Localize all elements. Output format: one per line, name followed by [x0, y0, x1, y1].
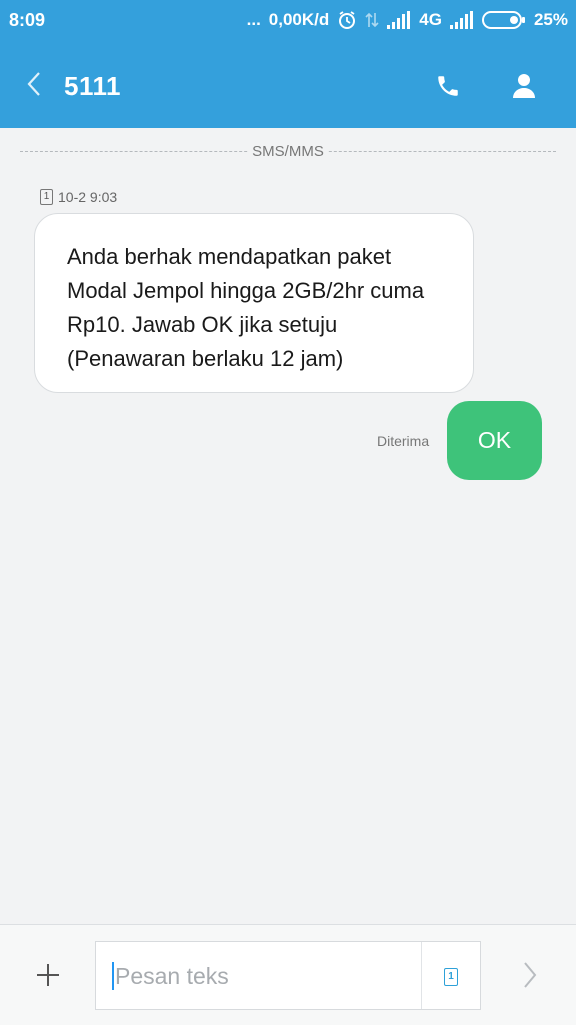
- send-button[interactable]: [510, 957, 550, 997]
- person-icon: [512, 73, 536, 104]
- battery-percent: 25%: [533, 10, 568, 29]
- page-title: 5111: [64, 71, 121, 101]
- delivery-status: Diterima: [377, 433, 430, 449]
- alarm-icon: [337, 10, 357, 30]
- channel-label: SMS/MMS: [248, 143, 328, 160]
- network-type: 4G: [419, 10, 442, 29]
- data-transfer-icon: [365, 10, 379, 30]
- sim-card-icon: 1: [444, 968, 458, 986]
- sim-select-button[interactable]: 1: [436, 962, 466, 992]
- channel-divider: SMS/MMS: [20, 141, 556, 163]
- input-separator: [421, 942, 422, 1009]
- message-input[interactable]: Pesan teks 1: [95, 941, 481, 1010]
- signal-icon: [449, 11, 474, 29]
- chevron-left-icon: [26, 71, 42, 102]
- message-composer: Pesan teks 1: [0, 924, 576, 1025]
- outgoing-message-bubble[interactable]: OK: [447, 401, 542, 480]
- message-meta: 1 10-2 9:03: [40, 187, 117, 207]
- status-icons: ... 0,00K/d 4G 25%: [247, 8, 568, 32]
- plus-icon: [35, 962, 61, 993]
- signal-icon: [387, 11, 411, 29]
- status-time: 8:09: [9, 10, 46, 30]
- more-dots: ...: [246, 10, 261, 29]
- message-input-placeholder: Pesan teks: [112, 962, 229, 990]
- back-button[interactable]: [14, 64, 54, 108]
- incoming-message-bubble[interactable]: Anda berhak mendapatkan paket Modal Jemp…: [34, 213, 474, 393]
- contact-button[interactable]: [504, 68, 544, 108]
- battery-icon: [481, 10, 526, 30]
- status-bar: 8:09 ... 0,00K/d 4G 25%: [0, 0, 576, 40]
- data-speed: 0,00K/d: [268, 10, 330, 29]
- sim-badge: 1: [40, 189, 53, 205]
- app-bar: 5111: [0, 40, 576, 128]
- incoming-message-text: Anda berhak mendapatkan paket Modal Jemp…: [67, 244, 425, 371]
- chevron-right-icon: [522, 961, 538, 994]
- outgoing-message-text: OK: [477, 427, 512, 453]
- add-attachment-button[interactable]: [28, 957, 68, 997]
- message-timestamp: 10-2 9:03: [58, 189, 118, 205]
- phone-icon: [435, 73, 461, 104]
- header-area: 8:09 ... 0,00K/d 4G 25% 5111: [0, 0, 576, 128]
- call-button[interactable]: [428, 68, 468, 108]
